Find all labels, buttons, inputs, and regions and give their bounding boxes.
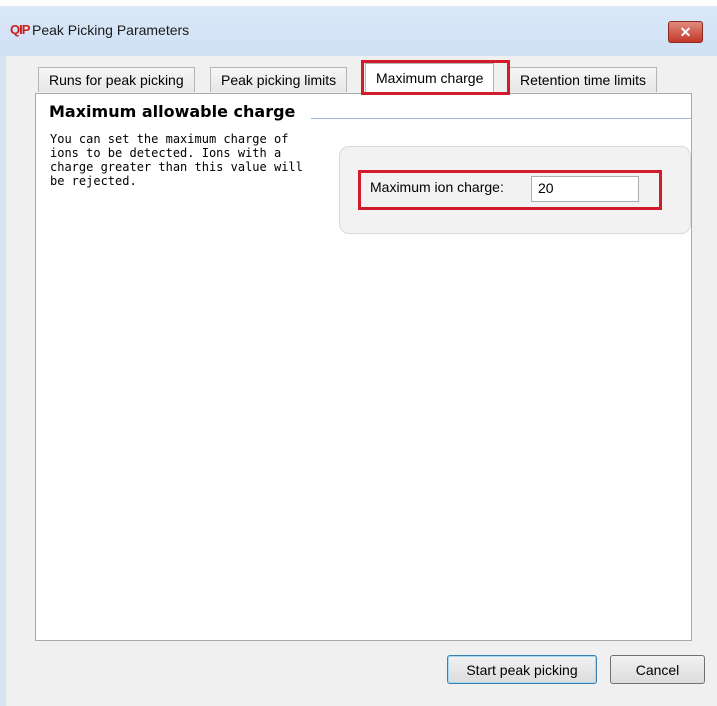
close-icon: ✕	[679, 23, 692, 40]
section-divider	[311, 118, 691, 119]
tab-content-panel: Maximum allowable charge You can set the…	[35, 93, 692, 641]
cancel-button[interactable]: Cancel	[610, 655, 705, 684]
settings-group-box: Maximum ion charge: 20	[339, 146, 691, 234]
field-highlight-box	[358, 170, 662, 210]
tab-highlight-box	[361, 60, 510, 95]
title-bar: QIP Peak Picking Parameters ✕	[0, 6, 717, 56]
section-description: You can set the maximum charge of ions t…	[50, 132, 303, 188]
tab-runs-for-peak-picking[interactable]: Runs for peak picking	[38, 67, 195, 92]
start-peak-picking-button[interactable]: Start peak picking	[447, 655, 597, 684]
app-logo-icon: QIP	[10, 22, 30, 37]
tab-peak-picking-limits[interactable]: Peak picking limits	[210, 67, 348, 92]
tab-retention-time-limits[interactable]: Retention time limits	[509, 67, 658, 92]
close-button[interactable]: ✕	[668, 21, 703, 43]
window-title: Peak Picking Parameters	[32, 22, 190, 38]
section-title: Maximum allowable charge	[49, 102, 304, 121]
